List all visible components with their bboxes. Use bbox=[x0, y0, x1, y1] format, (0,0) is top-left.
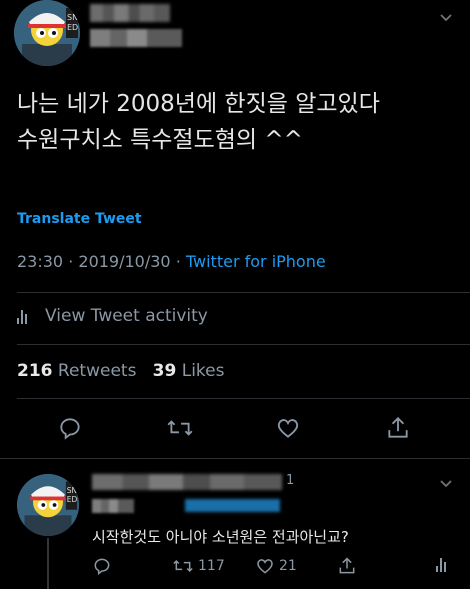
tweet-action-bar bbox=[0, 415, 470, 445]
author-avatar[interactable]: SN ED bbox=[14, 0, 80, 66]
share-button[interactable] bbox=[385, 415, 415, 445]
retweet-icon bbox=[167, 420, 193, 436]
reply-retweet-count: 117 bbox=[198, 558, 225, 574]
tweet-time: 23:30 bbox=[17, 252, 64, 271]
tweet-source-link[interactable]: Twitter for iPhone bbox=[186, 252, 326, 271]
divider bbox=[0, 458, 470, 459]
view-activity-button[interactable]: View Tweet activity bbox=[17, 306, 208, 326]
likes-stat[interactable]: 39 Likes bbox=[153, 361, 225, 381]
reply-share-button[interactable] bbox=[337, 556, 357, 576]
tweet-text-line-2: 수원구치소 특수절도혐의 ^^ bbox=[17, 127, 303, 153]
share-icon bbox=[339, 557, 355, 574]
divider bbox=[17, 344, 470, 345]
reply-chevron-down-icon[interactable] bbox=[439, 478, 453, 492]
reply-text: 시작한것도 아니야 소년원은 전과아닌교? bbox=[92, 528, 349, 546]
reply-name-fragment: 1 bbox=[286, 473, 295, 488]
reply-author-censored bbox=[92, 474, 282, 490]
divider bbox=[17, 398, 470, 399]
meta-separator-2: · bbox=[175, 252, 181, 271]
svg-text:ED: ED bbox=[67, 23, 78, 32]
heart-icon bbox=[277, 419, 299, 438]
reply-icon bbox=[94, 558, 110, 575]
retweet-icon bbox=[173, 559, 193, 573]
reply-reply-button[interactable] bbox=[92, 556, 112, 576]
heart-icon bbox=[257, 559, 273, 574]
tweet-text: 나는 네가 2008년에 한짓을 알고있다수원구치소 특수절도혐의 ^^ bbox=[17, 86, 457, 158]
reply-author-avatar[interactable]: SN ED bbox=[17, 474, 79, 536]
retweets-count: 216 bbox=[17, 361, 53, 381]
reply-handle-censored bbox=[92, 499, 134, 513]
bar-chart-icon bbox=[17, 308, 33, 324]
tweet-date: 2019/10/30 bbox=[78, 252, 171, 271]
author-name-censored bbox=[90, 4, 170, 22]
divider bbox=[17, 292, 470, 293]
svg-text:SN: SN bbox=[67, 486, 77, 495]
reply-activity-button[interactable] bbox=[436, 556, 446, 572]
reply-button[interactable] bbox=[57, 415, 87, 445]
svg-text:SN: SN bbox=[67, 13, 78, 22]
author-handle-censored bbox=[90, 29, 182, 47]
translate-tweet-link[interactable]: Translate Tweet bbox=[17, 211, 142, 227]
reply-like-count: 21 bbox=[279, 558, 297, 574]
likes-label: Likes bbox=[181, 361, 225, 381]
like-button[interactable] bbox=[275, 415, 305, 445]
meta-separator: · bbox=[68, 252, 74, 271]
share-icon bbox=[388, 416, 408, 438]
tweet-text-line-1: 나는 네가 2008년에 한짓을 알고있다 bbox=[17, 91, 380, 117]
reply-action-bar: 117 21 bbox=[0, 556, 470, 580]
retweets-stat[interactable]: 216 Retweets bbox=[17, 361, 136, 381]
view-activity-label: View Tweet activity bbox=[45, 306, 208, 326]
tweet-meta: 23:30 · 2019/10/30 · Twitter for iPhone bbox=[17, 252, 326, 271]
reply-retweet-button[interactable]: 117 bbox=[172, 556, 225, 576]
likes-count: 39 bbox=[152, 361, 177, 381]
bar-chart-icon bbox=[436, 556, 446, 572]
engagement-stats: 216 Retweets 39 Likes bbox=[17, 361, 224, 381]
retweet-button[interactable] bbox=[166, 415, 196, 445]
replying-to-censored bbox=[185, 499, 280, 512]
reply-icon bbox=[60, 418, 80, 440]
retweets-label: Retweets bbox=[57, 361, 137, 381]
svg-text:ED: ED bbox=[67, 495, 78, 504]
reply-like-button[interactable]: 21 bbox=[255, 556, 297, 576]
chevron-down-icon[interactable] bbox=[439, 12, 453, 26]
